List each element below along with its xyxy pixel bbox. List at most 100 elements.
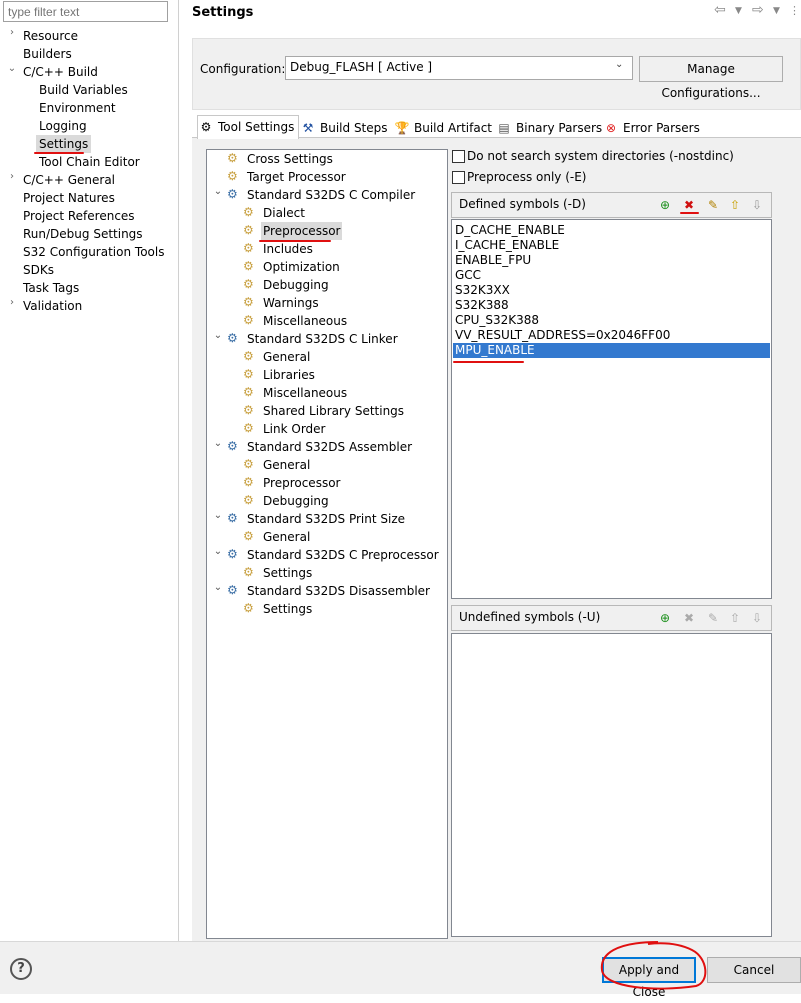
- chevron-down-icon[interactable]: ⌄: [213, 330, 223, 341]
- nav-item-build-variables[interactable]: Build Variables: [39, 81, 128, 99]
- list-item[interactable]: I_CACHE_ENABLE: [455, 238, 559, 253]
- tree-item-selected[interactable]: Preprocessor: [261, 222, 343, 240]
- list-item[interactable]: S32K3XX: [455, 283, 510, 298]
- tree-item[interactable]: Libraries: [263, 366, 315, 384]
- nostdinc-checkbox[interactable]: [452, 150, 465, 163]
- chevron-down-icon[interactable]: ⌄: [615, 59, 623, 70]
- list-item[interactable]: GCC: [455, 268, 481, 283]
- tree-item[interactable]: Target Processor: [247, 168, 346, 186]
- tree-item[interactable]: Standard S32DS C Preprocessor: [247, 546, 439, 564]
- edit-symbol-icon[interactable]: ✎: [705, 197, 721, 213]
- move-up-icon[interactable]: ⇧: [727, 610, 743, 626]
- tree-item[interactable]: General: [263, 456, 310, 474]
- option-category-icon: ⚙: [243, 385, 254, 399]
- nav-item-tool-chain-editor[interactable]: Tool Chain Editor: [39, 153, 140, 171]
- list-item-selected[interactable]: MPU_ENABLE: [453, 343, 770, 358]
- tab-error-parsers[interactable]: ⊗ Error Parsers: [602, 116, 705, 138]
- list-item[interactable]: CPU_S32K388: [455, 313, 539, 328]
- chevron-right-icon[interactable]: ›: [6, 171, 18, 182]
- tree-item[interactable]: Link Order: [263, 420, 326, 438]
- nav-item-cc-general[interactable]: C/C++ General: [23, 171, 115, 189]
- manage-configurations-button[interactable]: Manage Configurations...: [639, 56, 783, 100]
- chevron-right-icon[interactable]: ›: [6, 27, 18, 38]
- tab-tool-settings[interactable]: ⚙ Tool Settings: [197, 115, 300, 139]
- chevron-down-icon[interactable]: ⌄: [213, 582, 223, 593]
- nav-item-run-debug-settings[interactable]: Run/Debug Settings: [23, 225, 143, 243]
- tree-item[interactable]: Debugging: [263, 492, 329, 510]
- add-symbol-icon[interactable]: ⊕: [657, 197, 673, 213]
- list-item[interactable]: VV_RESULT_ADDRESS=0x2046FF00: [455, 328, 670, 343]
- tree-item[interactable]: Standard S32DS Print Size: [247, 510, 405, 528]
- nav-item-resource[interactable]: Resource: [23, 27, 78, 45]
- back-menu-chevron-icon[interactable]: ▼: [735, 6, 742, 16]
- page-title: Settings: [192, 5, 254, 20]
- option-category-icon: ⚙: [243, 421, 254, 435]
- defined-symbols-list[interactable]: D_CACHE_ENABLE I_CACHE_ENABLE ENABLE_FPU…: [451, 219, 772, 599]
- nav-item-task-tags[interactable]: Task Tags: [23, 279, 79, 297]
- nav-item-cc-build[interactable]: C/C++ Build: [23, 63, 98, 81]
- move-down-icon[interactable]: ⇩: [749, 610, 765, 626]
- list-item[interactable]: D_CACHE_ENABLE: [455, 223, 565, 238]
- nav-item-s32-configuration-tools[interactable]: S32 Configuration Tools: [23, 243, 164, 261]
- tree-item[interactable]: Standard S32DS Disassembler: [247, 582, 430, 600]
- chevron-down-icon[interactable]: ⌄: [213, 186, 223, 197]
- nav-item-validation[interactable]: Validation: [23, 297, 82, 315]
- back-arrow-icon[interactable]: ⇦: [714, 2, 726, 18]
- tree-item[interactable]: Standard S32DS C Linker: [247, 330, 398, 348]
- tree-item[interactable]: Standard S32DS C Compiler: [247, 186, 415, 204]
- tree-item[interactable]: Warnings: [263, 294, 319, 312]
- tab-binary-parsers[interactable]: ▤ Binary Parsers: [495, 116, 607, 138]
- preprocess-only-label: Preprocess only (-E): [467, 170, 587, 184]
- tree-item[interactable]: Standard S32DS Assembler: [247, 438, 412, 456]
- defined-symbols-header: Defined symbols (-D) ⊕ ✖ ✎ ⇧ ⇩: [451, 192, 772, 218]
- add-symbol-icon[interactable]: ⊕: [657, 610, 673, 626]
- move-up-icon[interactable]: ⇧: [727, 197, 743, 213]
- tree-item[interactable]: Settings: [263, 600, 312, 618]
- cancel-button[interactable]: Cancel: [707, 957, 801, 983]
- chevron-down-icon[interactable]: ⌄: [6, 63, 18, 74]
- tree-item[interactable]: Miscellaneous: [263, 312, 347, 330]
- list-item[interactable]: ENABLE_FPU: [455, 253, 531, 268]
- list-item[interactable]: S32K388: [455, 298, 509, 313]
- filter-input[interactable]: [3, 1, 168, 22]
- view-menu-icon[interactable]: ⋮: [789, 4, 800, 17]
- undefined-symbols-list[interactable]: [451, 633, 772, 937]
- hammer-icon: ⚒: [302, 121, 314, 135]
- forward-arrow-icon[interactable]: ⇨: [752, 2, 764, 18]
- nav-item-builders[interactable]: Builders: [23, 45, 72, 63]
- nav-item-environment[interactable]: Environment: [39, 99, 116, 117]
- undefined-symbols-header: Undefined symbols (-U) ⊕ ✖ ✎ ⇧ ⇩: [451, 605, 772, 631]
- tree-item[interactable]: Debugging: [263, 276, 329, 294]
- configuration-select[interactable]: Debug_FLASH [ Active ]: [285, 56, 633, 80]
- move-down-icon[interactable]: ⇩: [749, 197, 765, 213]
- nav-item-sdks[interactable]: SDKs: [23, 261, 54, 279]
- tree-item[interactable]: Shared Library Settings: [263, 402, 404, 420]
- nav-item-project-references[interactable]: Project References: [23, 207, 135, 225]
- delete-symbol-icon[interactable]: ✖: [681, 197, 697, 213]
- tree-item[interactable]: General: [263, 348, 310, 366]
- preprocess-only-checkbox[interactable]: [452, 171, 465, 184]
- tab-label: Build Artifact: [414, 121, 492, 135]
- tree-item[interactable]: Settings: [263, 564, 312, 582]
- forward-menu-chevron-icon[interactable]: ▼: [773, 6, 780, 16]
- tree-item[interactable]: Preprocessor: [263, 474, 340, 492]
- chevron-down-icon[interactable]: ⌄: [213, 438, 223, 449]
- nav-item-logging[interactable]: Logging: [39, 117, 87, 135]
- chevron-down-icon[interactable]: ⌄: [213, 546, 223, 557]
- nav-item-settings[interactable]: Settings: [36, 135, 92, 153]
- tree-item[interactable]: Miscellaneous: [263, 384, 347, 402]
- tree-item[interactable]: General: [263, 528, 310, 546]
- delete-symbol-icon[interactable]: ✖: [681, 610, 697, 626]
- tab-build-steps[interactable]: ⚒ Build Steps: [299, 116, 393, 138]
- tree-item[interactable]: Cross Settings: [247, 150, 333, 168]
- chevron-down-icon[interactable]: ⌄: [213, 510, 223, 521]
- help-icon[interactable]: ?: [10, 958, 32, 980]
- tree-item[interactable]: Dialect: [263, 204, 305, 222]
- tree-item[interactable]: Optimization: [263, 258, 340, 276]
- tab-build-artifact[interactable]: 🏆 Build Artifact: [393, 116, 497, 138]
- tree-item[interactable]: Includes: [263, 240, 313, 258]
- edit-symbol-icon[interactable]: ✎: [705, 610, 721, 626]
- option-category-icon: ⚙: [243, 349, 254, 363]
- chevron-right-icon[interactable]: ›: [6, 297, 18, 308]
- nav-item-project-natures[interactable]: Project Natures: [23, 189, 115, 207]
